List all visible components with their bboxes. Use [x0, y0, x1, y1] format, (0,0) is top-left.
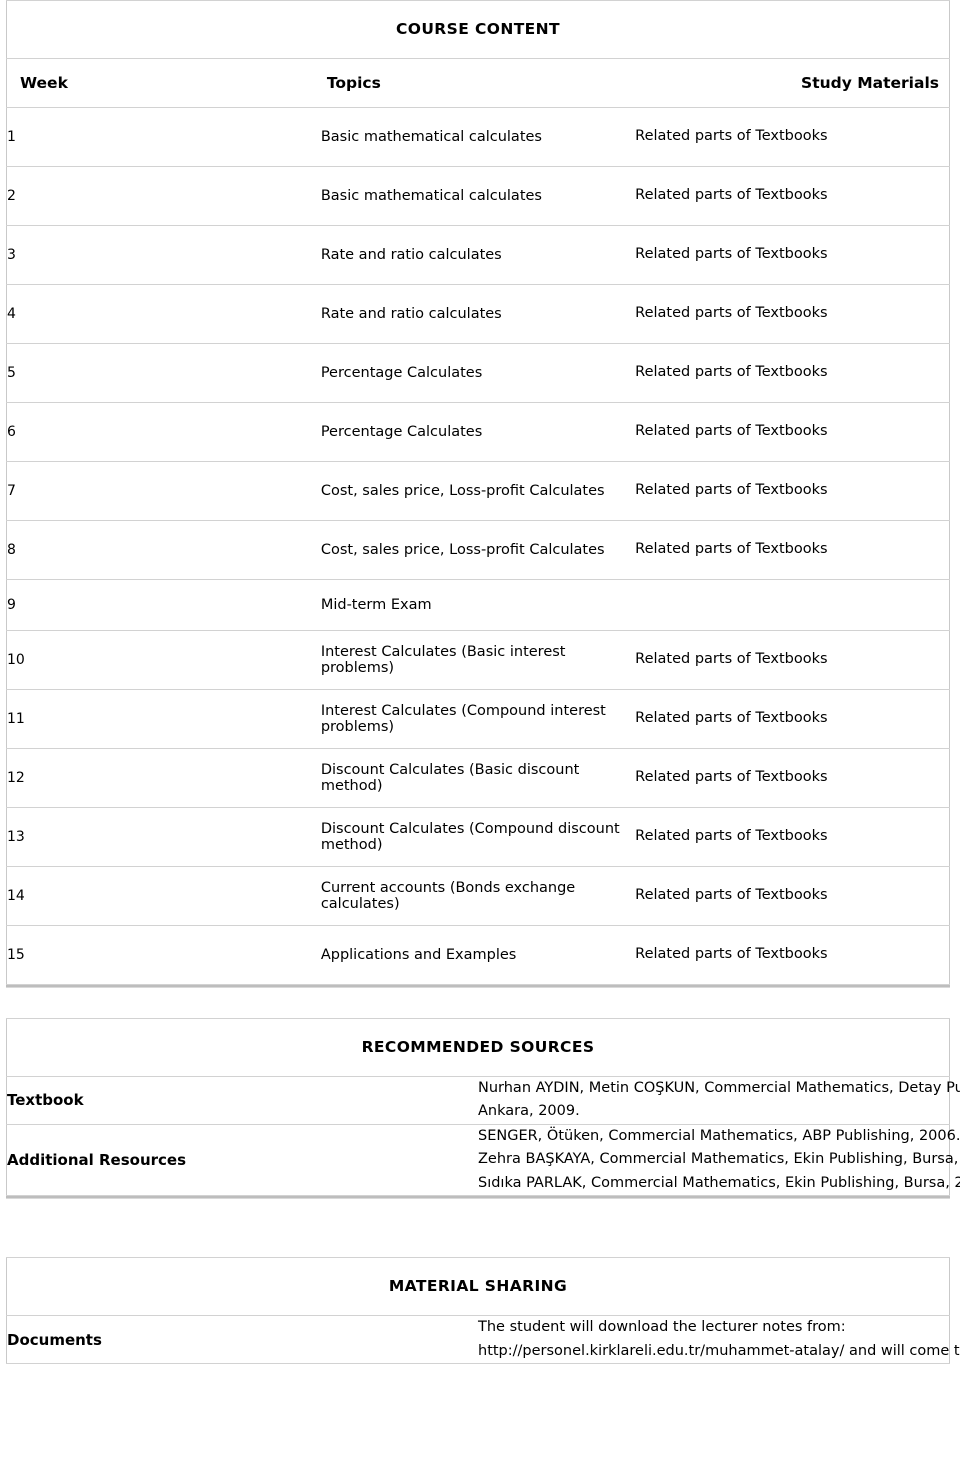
material-sharing-table: MATERIAL SHARING Documents The student w…: [6, 1257, 960, 1365]
documents-content: The student will download the lecturer n…: [478, 1315, 960, 1365]
row-topic: Discount Calculates (Compound discount m…: [320, 807, 636, 867]
column-header-week: Week: [6, 58, 321, 108]
row-week: 9: [6, 579, 321, 631]
recommended-sources-section-title: RECOMMENDED SOURCES: [6, 1018, 950, 1077]
row-topic: Percentage Calculates: [320, 402, 636, 462]
row-study-materials: Related parts of Textbooks: [635, 689, 950, 749]
row-study-materials: Related parts of Textbooks: [635, 402, 950, 462]
textbook-line: Ankara, 2009.: [478, 1103, 580, 1120]
table-row: 11 Interest Calculates (Compound interes…: [6, 689, 950, 749]
row-study-materials: Related parts of Textbooks: [635, 925, 950, 985]
row-topic: Basic mathematical calculates: [320, 107, 636, 167]
additional-resources-row: Additional Resources SENGER, Ötüken, Com…: [6, 1123, 960, 1197]
row-week: 2: [6, 166, 321, 226]
table-row: 5 Percentage Calculates Related parts of…: [6, 343, 950, 403]
table-row: 4 Rate and ratio calculates Related part…: [6, 284, 950, 344]
document-page: COURSE CONTENT Week Topics Study Materia…: [0, 0, 960, 1461]
textbook-line: Nurhan AYDIN, Metin COŞKUN, Commercial M…: [478, 1080, 960, 1096]
row-topic: Percentage Calculates: [320, 343, 636, 403]
row-topic: Current accounts (Bonds exchange calcula…: [320, 866, 636, 926]
table-row: 3 Rate and ratio calculates Related part…: [6, 225, 950, 285]
row-study-materials: Related parts of Textbooks: [635, 284, 950, 344]
additional-resources-line: Zehra BAŞKAYA, Commercial Mathematics, E…: [478, 1151, 960, 1168]
row-week: 13: [6, 807, 321, 867]
row-week: 14: [6, 866, 321, 926]
documents-label: Documents: [6, 1315, 478, 1365]
row-week: 3: [6, 225, 321, 285]
row-topic: Discount Calculates (Basic discount meth…: [320, 748, 636, 808]
additional-resources-line: SENGER, Ötüken, Commercial Mathematics, …: [478, 1127, 960, 1144]
material-sharing-section-title-text: MATERIAL SHARING: [388, 1276, 568, 1295]
documents-row: Documents The student will download the …: [6, 1315, 960, 1365]
column-header-topics: Topics: [320, 58, 636, 108]
table-row: 9 Mid-term Exam: [6, 579, 950, 631]
table-row: 12 Discount Calculates (Basic discount m…: [6, 748, 950, 808]
textbook-row: Textbook Nurhan AYDIN, Metin COŞKUN, Com…: [6, 1076, 960, 1125]
row-study-materials: Related parts of Textbooks: [635, 107, 950, 167]
additional-resources-content: SENGER, Ötüken, Commercial Mathematics, …: [478, 1123, 960, 1197]
textbook-content: Nurhan AYDIN, Metin COŞKUN, Commercial M…: [478, 1076, 960, 1125]
column-header-study-materials: Study Materials: [635, 58, 950, 108]
row-study-materials: Related parts of Textbooks: [635, 166, 950, 226]
material-sharing-section-title: MATERIAL SHARING: [6, 1257, 950, 1317]
row-week: 5: [6, 343, 321, 403]
additional-resources-label: Additional Resources: [6, 1123, 478, 1197]
table-row: 15 Applications and Examples Related par…: [6, 925, 950, 985]
material-sharing-banner-row: MATERIAL SHARING: [6, 1257, 950, 1317]
row-study-materials: Related parts of Textbooks: [635, 866, 950, 926]
textbook-label: Textbook: [6, 1076, 478, 1125]
row-topic: Mid-term Exam: [320, 579, 636, 631]
course-content-section-title-text: COURSE CONTENT: [395, 19, 561, 38]
row-topic: Cost, sales price, Loss-profit Calculate…: [320, 520, 636, 580]
row-week: 12: [6, 748, 321, 808]
row-study-materials: Related parts of Textbooks: [635, 807, 950, 867]
row-study-materials: Related parts of Textbooks: [635, 461, 950, 521]
row-week: 8: [6, 520, 321, 580]
course-content-header-row: Week Topics Study Materials: [6, 58, 950, 108]
table-row: 6 Percentage Calculates Related parts of…: [6, 402, 950, 462]
row-topic: Cost, sales price, Loss-profit Calculate…: [320, 461, 636, 521]
row-week: 4: [6, 284, 321, 344]
row-study-materials: Related parts of Textbooks: [635, 225, 950, 285]
row-study-materials: Related parts of Textbooks: [635, 630, 950, 690]
table-row: 1 Basic mathematical calculates Related …: [6, 107, 950, 167]
row-study-materials: Related parts of Textbooks: [635, 748, 950, 808]
row-week: 7: [6, 461, 321, 521]
row-topic: Rate and ratio calculates: [320, 225, 636, 285]
course-content-section-title: COURSE CONTENT: [6, 0, 950, 59]
table-row: 10 Interest Calculates (Basic interest p…: [6, 630, 950, 690]
row-study-materials: [635, 579, 950, 631]
row-topic: Basic mathematical calculates: [320, 166, 636, 226]
documents-line: The student will download the lecturer n…: [478, 1319, 846, 1336]
row-topic: Applications and Examples: [320, 925, 636, 985]
row-topic: Interest Calculates (Basic interest prob…: [320, 630, 636, 690]
row-topic: Rate and ratio calculates: [320, 284, 636, 344]
course-content-banner-row: COURSE CONTENT: [6, 0, 950, 59]
recommended-sources-banner-row: RECOMMENDED SOURCES: [6, 1018, 950, 1077]
course-content-table: COURSE CONTENT Week Topics Study Materia…: [6, 0, 950, 985]
table-row: 8 Cost, sales price, Loss-profit Calcula…: [6, 520, 950, 580]
row-topic: Interest Calculates (Compound interest p…: [320, 689, 636, 749]
documents-line: http://personel.kirklareli.edu.tr/muhamm…: [478, 1342, 960, 1359]
row-study-materials: Related parts of Textbooks: [635, 520, 950, 580]
row-week: 6: [6, 402, 321, 462]
recommended-sources-table: RECOMMENDED SOURCES Textbook Nurhan AYDI…: [6, 1018, 960, 1197]
recommended-sources-section-title-text: RECOMMENDED SOURCES: [361, 1037, 595, 1056]
table-row: 7 Cost, sales price, Loss-profit Calcula…: [6, 461, 950, 521]
row-study-materials: Related parts of Textbooks: [635, 343, 950, 403]
additional-resources-line: Sıdıka PARLAK, Commercial Mathematics, E…: [478, 1174, 960, 1191]
row-week: 15: [6, 925, 321, 985]
table-row: 14 Current accounts (Bonds exchange calc…: [6, 866, 950, 926]
row-week: 10: [6, 630, 321, 690]
row-week: 1: [6, 107, 321, 167]
row-week: 11: [6, 689, 321, 749]
table-row: 13 Discount Calculates (Compound discoun…: [6, 807, 950, 867]
table-row: 2 Basic mathematical calculates Related …: [6, 166, 950, 226]
